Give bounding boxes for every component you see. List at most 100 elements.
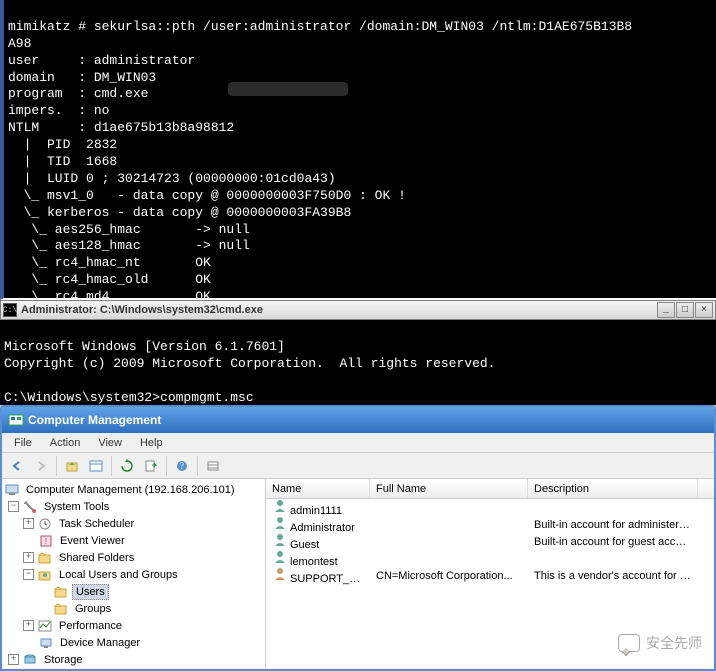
user-row[interactable]: admin1111	[266, 499, 714, 516]
terminal-line: | PID 2832	[8, 137, 117, 152]
user-row[interactable]: SUPPORT_38...CN=Microsoft Corporation...…	[266, 567, 714, 584]
maximize-button[interactable]: □	[676, 302, 694, 318]
terminal-line: mimikatz # sekurlsa::pth /user:administr…	[8, 19, 632, 34]
tree-groups[interactable]: Groups	[4, 600, 263, 617]
cmd-titlebar[interactable]: C:\ Administrator: C:\Windows\system32\c…	[0, 300, 716, 320]
mimikatz-terminal[interactable]: mimikatz # sekurlsa::pth /user:administr…	[0, 0, 716, 300]
terminal-line: C:\Windows\system32>compmgmt.msc	[4, 390, 254, 405]
user-description: Built-in account for guest access to t..…	[528, 536, 698, 548]
terminal-line: | LUID 0 ; 30214723 (00000000:01cd0a43)	[8, 171, 336, 186]
clock-icon	[37, 516, 53, 532]
redaction-bar	[228, 82, 348, 96]
terminal-line: \_ rc4_md4 OK	[8, 289, 211, 300]
expand-icon[interactable]: +	[8, 654, 19, 665]
computer-management-window: Computer Management File Action View Hel…	[0, 405, 716, 671]
user-row[interactable]: lemontest	[266, 550, 714, 567]
mmc-titlebar[interactable]: Computer Management	[2, 407, 714, 433]
terminal-line: \_ aes256_hmac -> null	[8, 222, 250, 237]
watermark-text: 安全先师	[646, 633, 702, 653]
terminal-line: | TID 1668	[8, 154, 117, 169]
folder-icon	[53, 584, 69, 600]
tree-performance[interactable]: + Performance	[4, 617, 263, 634]
terminal-line: A98	[8, 36, 31, 51]
user-icon	[272, 532, 288, 548]
mmc-title-text: Computer Management	[28, 413, 161, 427]
view-list-button[interactable]	[202, 455, 224, 477]
user-icon	[272, 515, 288, 531]
list-header: Name Full Name Description	[266, 479, 714, 499]
folder-icon	[53, 601, 69, 617]
terminal-line: \_ aes128_hmac -> null	[8, 238, 250, 253]
terminal-line: impers. : no	[8, 103, 109, 118]
cmd-terminal[interactable]: Microsoft Windows [Version 6.1.7601] Cop…	[0, 320, 716, 405]
properties-button[interactable]	[85, 455, 107, 477]
tree-users[interactable]: Users	[4, 583, 263, 600]
user-icon	[272, 549, 288, 565]
tree-root[interactable]: Computer Management (192.168.206.101)	[4, 481, 263, 498]
user-row[interactable]: GuestBuilt-in account for guest access t…	[266, 533, 714, 550]
device-icon	[38, 635, 54, 651]
terminal-line: NTLM : d1ae675b13b8a98812	[8, 120, 234, 135]
services-icon	[22, 669, 38, 670]
user-description: Built-in account for administering the..…	[528, 519, 698, 531]
column-description[interactable]: Description	[528, 479, 698, 498]
user-row[interactable]: AdministratorBuilt-in account for admini…	[266, 516, 714, 533]
shared-folder-icon	[37, 550, 53, 566]
collapse-icon[interactable]: −	[23, 569, 34, 580]
refresh-button[interactable]	[116, 455, 138, 477]
collapse-icon[interactable]: −	[8, 501, 19, 512]
up-button[interactable]	[61, 455, 83, 477]
terminal-line: \_ msv1_0 - data copy @ 0000000003F750D0…	[8, 188, 406, 203]
help-button[interactable]: ?	[171, 455, 193, 477]
forward-button[interactable]	[30, 455, 52, 477]
menu-help[interactable]: Help	[132, 435, 171, 451]
performance-icon	[37, 618, 53, 634]
user-icon	[272, 498, 288, 514]
tree-local-users[interactable]: − Local Users and Groups	[4, 566, 263, 583]
svg-text:!: !	[45, 537, 47, 546]
computer-icon	[4, 482, 20, 498]
tree-task-scheduler[interactable]: + Task Scheduler	[4, 515, 263, 532]
event-icon: !	[38, 533, 54, 549]
users-folder-icon	[37, 567, 53, 583]
terminal-line: domain : DM_WIN03	[8, 70, 156, 85]
back-button[interactable]	[6, 455, 28, 477]
user-name: SUPPORT_38...	[290, 573, 370, 585]
tree-device-manager[interactable]: Device Manager	[4, 634, 263, 651]
watermark: 安全先师	[618, 633, 702, 653]
user-icon	[272, 566, 288, 582]
terminal-line: \_ rc4_hmac_nt OK	[8, 255, 211, 270]
expand-icon[interactable]: +	[23, 518, 34, 529]
tree-storage[interactable]: + Storage	[4, 651, 263, 668]
user-description: This is a vendor's account for the He...	[528, 570, 698, 582]
terminal-line: user : administrator	[8, 53, 195, 68]
tree-shared-folders[interactable]: + Shared Folders	[4, 549, 263, 566]
storage-icon	[22, 652, 38, 668]
terminal-line: Microsoft Windows [Version 6.1.7601]	[4, 339, 285, 354]
menu-file[interactable]: File	[6, 435, 40, 451]
tree-event-viewer[interactable]: ! Event Viewer	[4, 532, 263, 549]
terminal-line: \_ kerberos - data copy @ 0000000003FA39…	[8, 205, 351, 220]
user-fullname: CN=Microsoft Corporation...	[370, 570, 528, 582]
svg-text:?: ?	[180, 461, 184, 471]
mmc-menubar: File Action View Help	[2, 433, 714, 453]
expand-icon[interactable]: +	[23, 552, 34, 563]
tree-services[interactable]: + Services and Applications	[4, 668, 263, 669]
chat-bubble-icon	[618, 634, 640, 652]
export-button[interactable]	[140, 455, 162, 477]
menu-action[interactable]: Action	[42, 435, 89, 451]
close-button[interactable]: ×	[695, 302, 713, 318]
column-fullname[interactable]: Full Name	[370, 479, 528, 498]
menu-view[interactable]: View	[90, 435, 130, 451]
tree-system-tools[interactable]: − System Tools	[4, 498, 263, 515]
cmd-title: Administrator: C:\Windows\system32\cmd.e…	[21, 304, 657, 316]
cmd-icon: C:\	[3, 303, 17, 317]
minimize-button[interactable]: _	[657, 302, 675, 318]
tools-icon	[22, 499, 38, 515]
terminal-line: Copyright (c) 2009 Microsoft Corporation…	[4, 356, 495, 371]
mmc-toolbar: ?	[2, 453, 714, 479]
column-name[interactable]: Name	[266, 479, 370, 498]
tree-pane[interactable]: Computer Management (192.168.206.101) − …	[2, 479, 266, 669]
expand-icon[interactable]: +	[23, 620, 34, 631]
mmc-app-icon	[8, 412, 24, 428]
